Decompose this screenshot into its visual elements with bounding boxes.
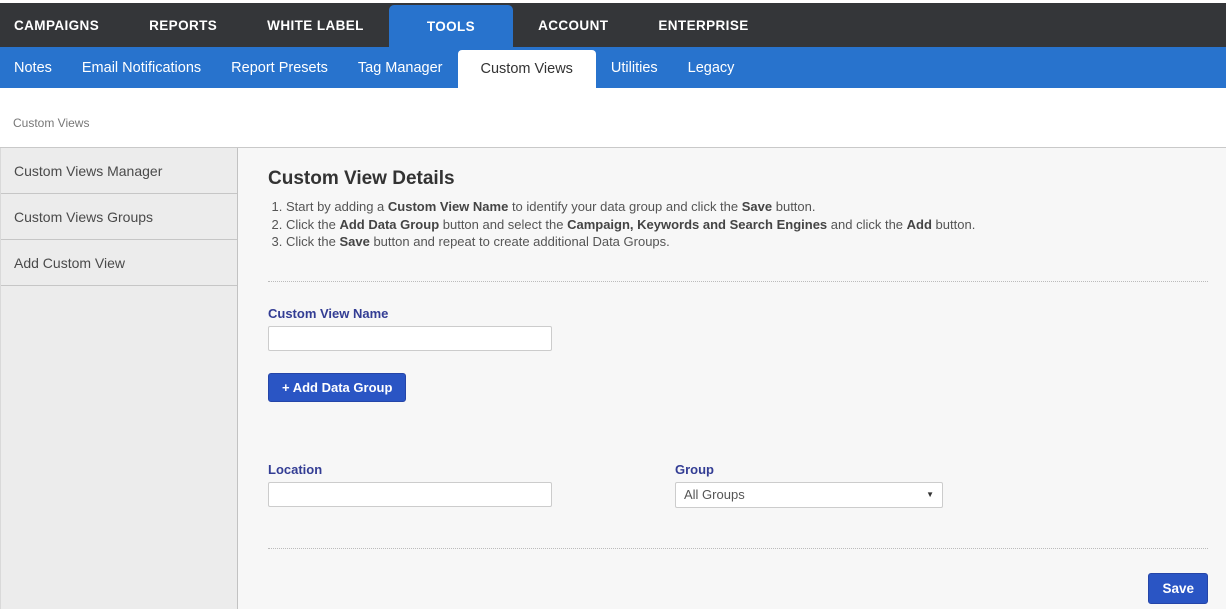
location-label: Location bbox=[268, 462, 552, 477]
instructions-list: Start by adding a Custom View Name to id… bbox=[268, 198, 1208, 251]
topnav-item-account[interactable]: ACCOUNT bbox=[513, 3, 633, 47]
tools-sub-navigation: Notes Email Notifications Report Presets… bbox=[0, 47, 1226, 88]
subnav-item-legacy[interactable]: Legacy bbox=[673, 47, 750, 88]
topnav-item-campaigns[interactable]: CAMPAIGNS bbox=[0, 3, 124, 47]
sidebar: Custom Views Manager Custom Views Groups… bbox=[0, 148, 238, 609]
top-navigation: CAMPAIGNS REPORTS WHITE LABEL TOOLS ACCO… bbox=[0, 3, 1226, 47]
custom-view-name-label: Custom View Name bbox=[268, 306, 1208, 321]
location-field: Location bbox=[268, 462, 552, 508]
subnav-item-custom-views[interactable]: Custom Views bbox=[458, 50, 596, 88]
custom-view-name-input[interactable] bbox=[268, 326, 552, 351]
add-data-group-button[interactable]: + Add Data Group bbox=[268, 373, 406, 402]
instruction-step-1: Start by adding a Custom View Name to id… bbox=[286, 198, 1208, 216]
breadcrumb: Custom Views bbox=[13, 116, 89, 130]
subnav-item-report-presets[interactable]: Report Presets bbox=[216, 47, 343, 88]
main-content: Custom View Details Start by adding a Cu… bbox=[238, 148, 1226, 609]
instruction-step-2: Click the Add Data Group button and sele… bbox=[286, 216, 1208, 234]
topnav-item-reports[interactable]: REPORTS bbox=[124, 3, 242, 47]
subnav-item-utilities[interactable]: Utilities bbox=[596, 47, 673, 88]
breadcrumb-bar: Custom Views bbox=[0, 88, 1226, 148]
subnav-item-tag-manager[interactable]: Tag Manager bbox=[343, 47, 458, 88]
subnav-item-notes[interactable]: Notes bbox=[0, 47, 67, 88]
topnav-item-enterprise[interactable]: ENTERPRISE bbox=[633, 3, 773, 47]
group-select[interactable]: All Groups bbox=[675, 482, 943, 508]
sidebar-item-custom-views-groups[interactable]: Custom Views Groups bbox=[1, 194, 237, 240]
instruction-step-3: Click the Save button and repeat to crea… bbox=[286, 233, 1208, 251]
page-title: Custom View Details bbox=[268, 168, 1208, 190]
location-input[interactable] bbox=[268, 482, 552, 507]
group-label: Group bbox=[675, 462, 943, 477]
topnav-item-white-label[interactable]: WHITE LABEL bbox=[242, 3, 389, 47]
divider bbox=[268, 548, 1208, 549]
group-field: Group All Groups ▼ bbox=[675, 462, 943, 508]
custom-view-name-field: Custom View Name bbox=[268, 306, 1208, 351]
save-button[interactable]: Save bbox=[1148, 573, 1208, 604]
divider bbox=[268, 281, 1208, 282]
topnav-item-tools[interactable]: TOOLS bbox=[389, 5, 513, 47]
subnav-item-email-notifications[interactable]: Email Notifications bbox=[67, 47, 216, 88]
sidebar-item-add-custom-view[interactable]: Add Custom View bbox=[1, 240, 237, 286]
sidebar-item-custom-views-manager[interactable]: Custom Views Manager bbox=[1, 148, 237, 194]
